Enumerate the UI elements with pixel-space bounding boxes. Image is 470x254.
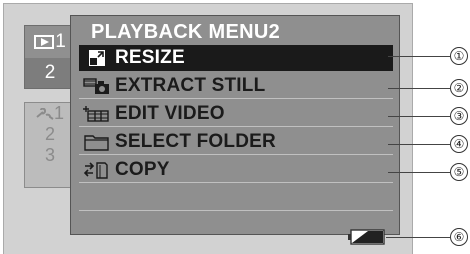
tab-playback[interactable]: 1 2 bbox=[24, 25, 76, 89]
camera-screen: 1 2 1 2 3 PLAYBACK MENU2 RESIZE EXTRACT … bbox=[3, 3, 413, 254]
callout-line-4 bbox=[388, 144, 450, 145]
menu-item-resize[interactable]: RESIZE bbox=[79, 45, 393, 71]
edit-video-icon bbox=[79, 103, 115, 125]
callout-3: ③ bbox=[450, 107, 468, 125]
tab-playback-page-2-label: 2 bbox=[44, 62, 56, 83]
callout-6: ⑥ bbox=[450, 228, 468, 246]
menu-title: PLAYBACK MENU2 bbox=[91, 21, 281, 43]
menu-item-label: COPY bbox=[115, 158, 170, 180]
tab-playback-page-1-label: 1 bbox=[55, 31, 66, 52]
callout-4: ④ bbox=[450, 135, 468, 153]
tab-playback-page-2[interactable]: 2 bbox=[25, 58, 75, 88]
menu-item-label: EXTRACT STILL bbox=[115, 74, 266, 96]
menu-item-select-folder[interactable]: SELECT FOLDER bbox=[79, 129, 393, 155]
callout-2: ② bbox=[450, 79, 468, 97]
menu-item-label: RESIZE bbox=[115, 46, 185, 68]
resize-icon bbox=[79, 47, 115, 69]
callout-5: ⑤ bbox=[450, 163, 468, 181]
menu-item-extract-still[interactable]: EXTRACT STILL bbox=[79, 73, 393, 99]
tab-setup-page-1-label: 1 bbox=[53, 103, 64, 123]
folder-icon bbox=[79, 131, 115, 153]
extract-still-icon bbox=[79, 75, 115, 97]
playback-menu-panel: PLAYBACK MENU2 RESIZE EXTRACT STILL EDIT… bbox=[70, 15, 400, 235]
tab-setup-page-3-label: 3 bbox=[44, 145, 55, 165]
callout-line-6 bbox=[386, 237, 450, 238]
tab-setup[interactable]: 1 2 3 bbox=[24, 102, 76, 188]
menu-item-empty bbox=[79, 185, 393, 211]
tab-setup-page-1[interactable]: 1 bbox=[25, 103, 75, 124]
battery-icon bbox=[348, 229, 386, 245]
callout-line-5 bbox=[388, 172, 450, 173]
callout-line-1 bbox=[388, 56, 450, 57]
menu-item-copy[interactable]: COPY bbox=[79, 157, 393, 183]
callout-1: ① bbox=[450, 47, 468, 65]
callout-line-2 bbox=[388, 88, 450, 89]
tab-playback-page-1[interactable]: 1 bbox=[25, 26, 75, 58]
wrench-icon bbox=[36, 107, 54, 120]
menu-item-label: SELECT FOLDER bbox=[115, 130, 276, 152]
tab-setup-page-3[interactable]: 3 bbox=[25, 145, 75, 166]
menu-item-label: EDIT VIDEO bbox=[115, 102, 225, 124]
menu-item-edit-video[interactable]: EDIT VIDEO bbox=[79, 101, 393, 127]
callout-line-3 bbox=[388, 116, 450, 117]
tab-setup-page-2[interactable]: 2 bbox=[25, 124, 75, 145]
playback-icon bbox=[34, 35, 55, 49]
tab-setup-page-2-label: 2 bbox=[44, 124, 55, 144]
copy-icon bbox=[79, 159, 115, 181]
